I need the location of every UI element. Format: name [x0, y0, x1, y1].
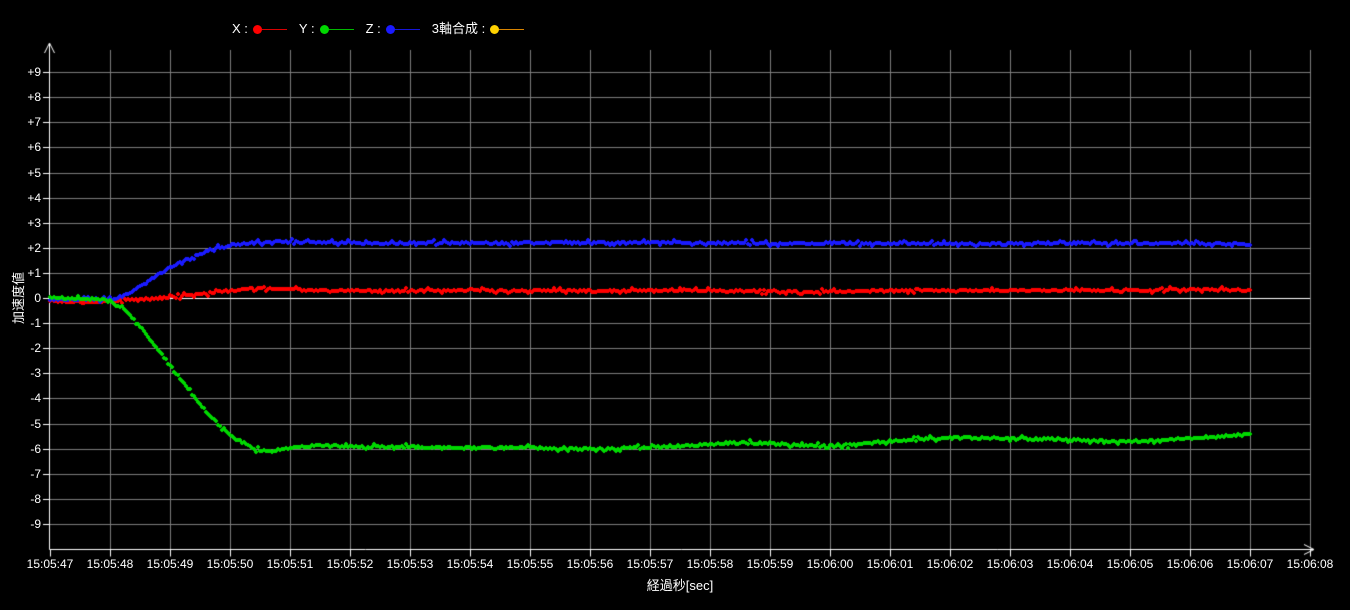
y-tick-label: +2 — [0, 241, 41, 255]
y-tick-label: -6 — [0, 442, 41, 456]
x-tick-label: 15:05:54 — [440, 557, 500, 571]
x-tick-label: 15:06:05 — [1100, 557, 1160, 571]
x-tick-label: 15:05:56 — [560, 557, 620, 571]
legend-item-y: Y : — [299, 21, 354, 37]
y-tick-label: -5 — [0, 417, 41, 431]
y-tick-label: -3 — [0, 366, 41, 380]
x-tick-label: 15:05:50 — [200, 557, 260, 571]
legend-label-composite: 3軸合成 : — [432, 21, 485, 37]
legend-label-y: Y : — [299, 21, 315, 37]
legend-dot-icon-x — [253, 25, 262, 34]
legend-dot-icon-z — [386, 25, 395, 34]
y-tick-label: +1 — [0, 266, 41, 280]
x-tick-label: 15:06:01 — [860, 557, 920, 571]
y-tick-label: -2 — [0, 341, 41, 355]
x-tick-label: 15:05:57 — [620, 557, 680, 571]
y-tick-label: +4 — [0, 191, 41, 205]
y-tick-label: -9 — [0, 517, 41, 531]
legend-item-z: Z : — [366, 21, 420, 37]
legend-line-icon-y — [329, 29, 354, 30]
y-tick-label: -7 — [0, 467, 41, 481]
y-tick-label: -4 — [0, 391, 41, 405]
y-tick-label: +5 — [0, 166, 41, 180]
x-tick-label: 15:06:02 — [920, 557, 980, 571]
x-tick-label: 15:05:58 — [680, 557, 740, 571]
x-tick-label: 15:05:47 — [20, 557, 80, 571]
x-tick-label: 15:05:49 — [140, 557, 200, 571]
y-tick-label: -8 — [0, 492, 41, 506]
legend-line-icon-x — [262, 29, 287, 30]
legend-dot-icon-y — [320, 25, 329, 34]
x-tick-label: 15:06:00 — [800, 557, 860, 571]
y-tick-label: +7 — [0, 115, 41, 129]
legend-line-icon-z — [395, 29, 420, 30]
x-tick-label: 15:05:48 — [80, 557, 140, 571]
legend: X : Y : Z : 3軸合成 : — [232, 21, 524, 37]
x-axis-label: 経過秒[sec] — [580, 575, 780, 594]
legend-item-composite: 3軸合成 : — [432, 21, 524, 37]
x-tick-label: 15:06:08 — [1280, 557, 1340, 571]
chart-panel: X :Y :Z :3軸合成 : 加速度値 経過秒[sec] +9+8+7+6+5… — [0, 0, 1350, 610]
plot-canvas — [0, 0, 1350, 610]
x-tick-label: 15:06:03 — [980, 557, 1040, 571]
legend-item-x: X : — [232, 21, 287, 37]
y-tick-label: -1 — [0, 316, 41, 330]
legend-dot-icon-composite — [490, 25, 499, 34]
legend-line-icon-composite — [499, 29, 524, 30]
x-tick-label: 15:05:59 — [740, 557, 800, 571]
x-tick-label: 15:05:55 — [500, 557, 560, 571]
legend-label-x: X : — [232, 21, 248, 37]
x-tick-label: 15:06:06 — [1160, 557, 1220, 571]
x-tick-label: 15:06:04 — [1040, 557, 1100, 571]
y-tick-label: +3 — [0, 216, 41, 230]
legend-label-z: Z : — [366, 21, 381, 37]
y-tick-label: 0 — [0, 291, 41, 305]
y-tick-label: +6 — [0, 140, 41, 154]
y-tick-label: +9 — [0, 65, 41, 79]
x-tick-label: 15:05:52 — [320, 557, 380, 571]
x-tick-label: 15:05:53 — [380, 557, 440, 571]
x-tick-label: 15:05:51 — [260, 557, 320, 571]
x-tick-label: 15:06:07 — [1220, 557, 1280, 571]
y-tick-label: +8 — [0, 90, 41, 104]
